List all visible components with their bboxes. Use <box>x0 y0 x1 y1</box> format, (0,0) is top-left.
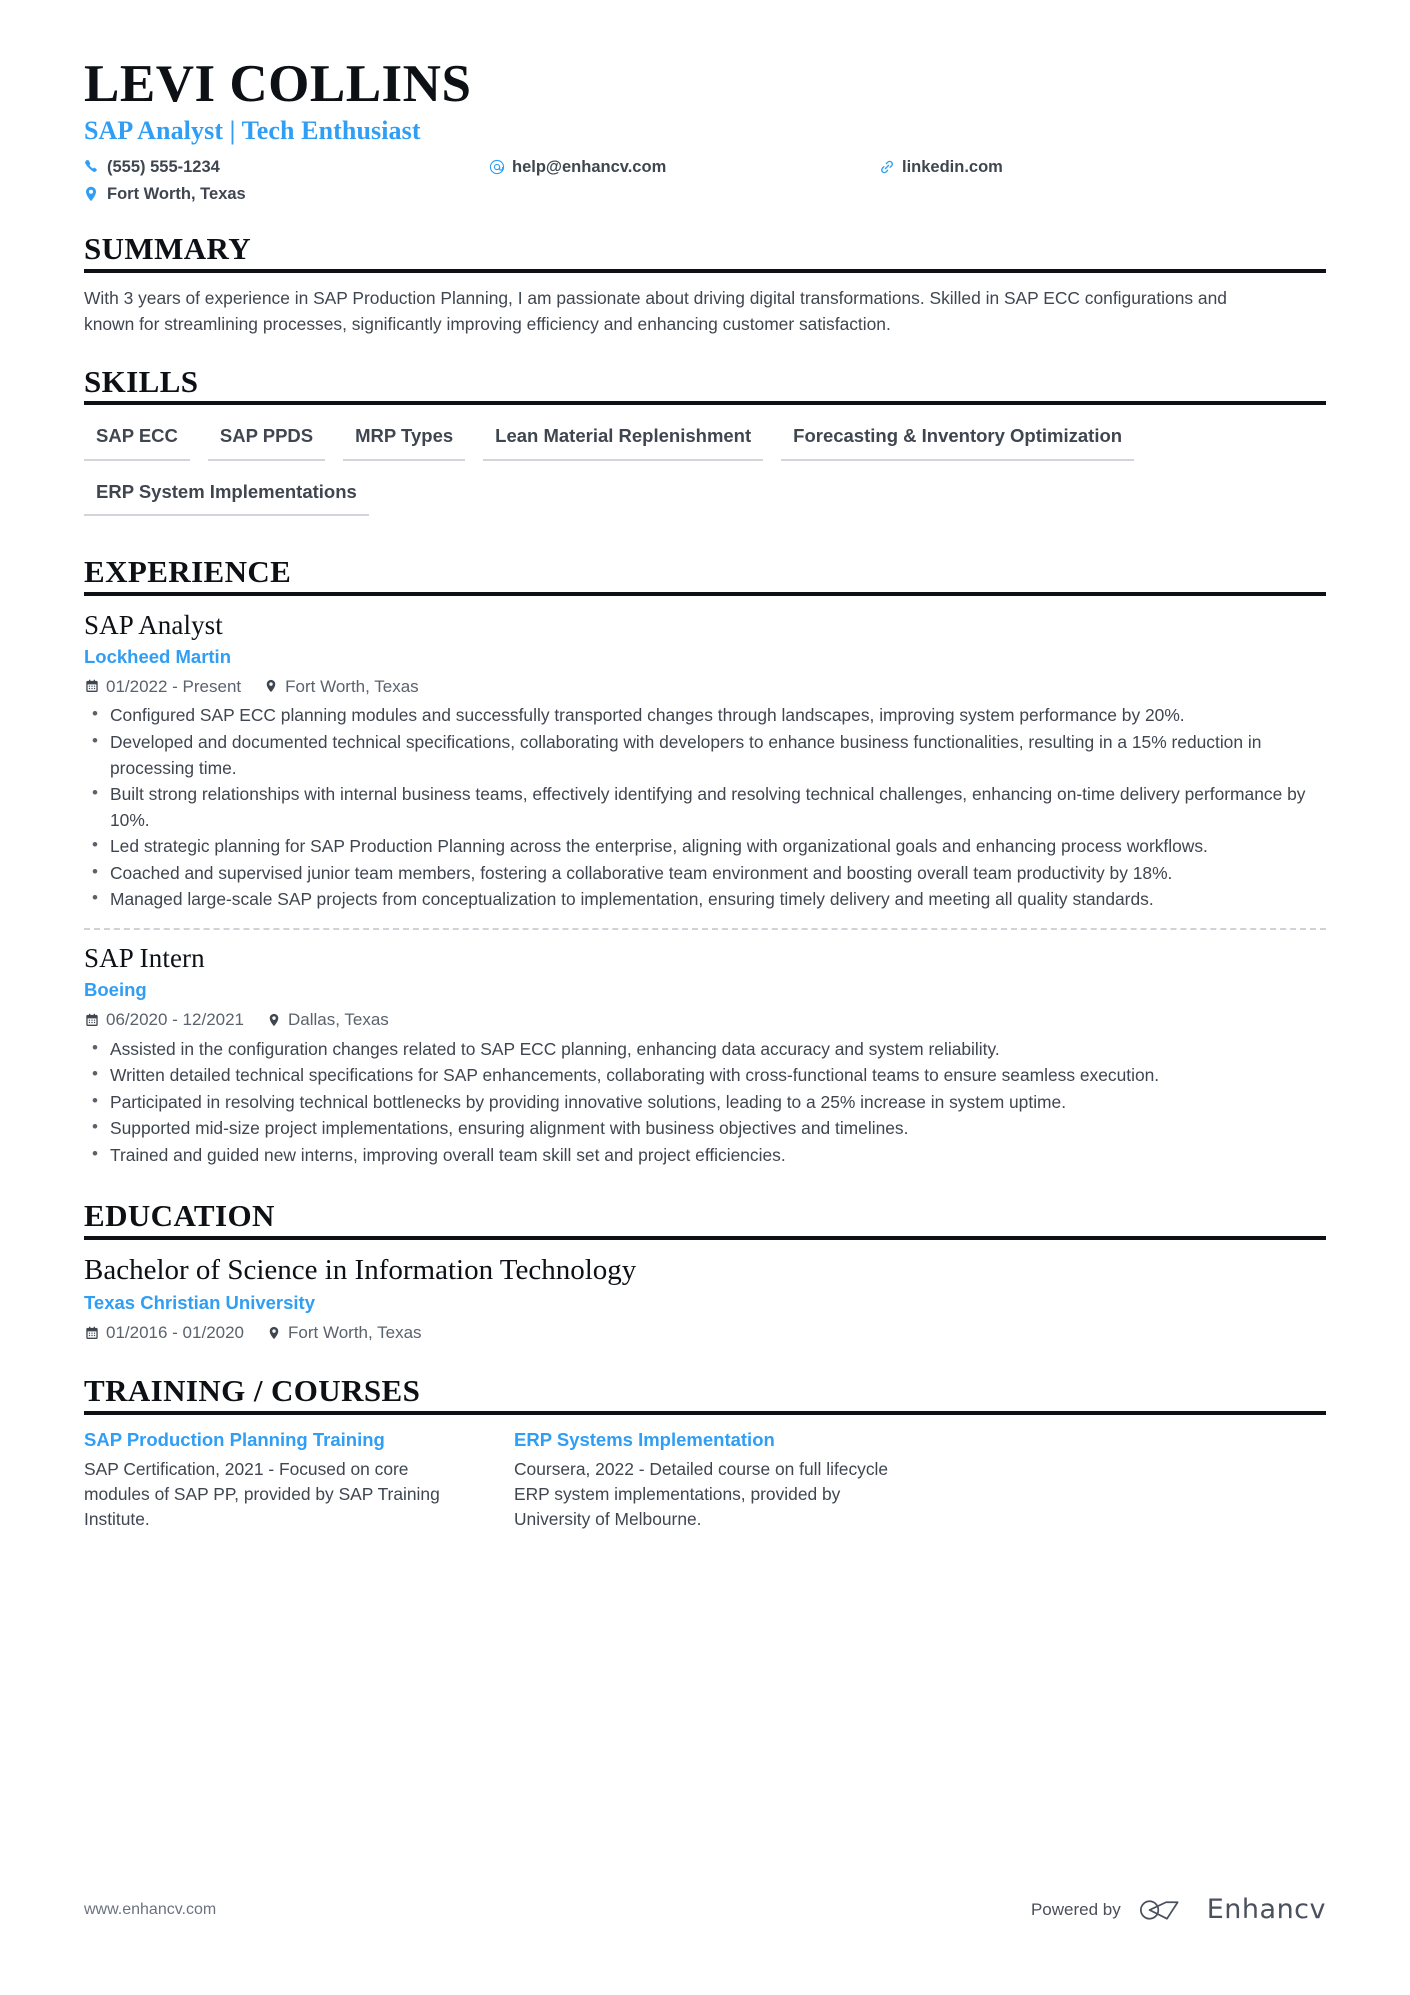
skill-item: Forecasting & Inventory Optimization <box>781 417 1135 461</box>
email-icon <box>489 158 509 175</box>
company-name[interactable]: Boeing <box>84 977 1326 1004</box>
bullet-item: Assisted in the configuration changes re… <box>84 1036 1326 1063</box>
section-title-skills: SKILLS <box>84 363 199 399</box>
bullet-item: Written detailed technical specification… <box>84 1062 1326 1089</box>
bullet-item: Configured SAP ECC planning modules and … <box>84 702 1326 729</box>
section-education: EDUCATION Bachelor of Science in Informa… <box>84 1198 1326 1347</box>
experience-entry: SAP Intern Boeing 06/2020 - 12/2021 Dall… <box>84 941 1326 1172</box>
skill-item: SAP ECC <box>84 417 190 461</box>
entry-meta: 06/2020 - 12/2021 Dallas, Texas <box>84 1008 1326 1032</box>
contact-email-text: help@enhancv.com <box>512 157 667 176</box>
contact-email[interactable]: help@enhancv.com <box>489 155 879 178</box>
calendar-icon <box>84 1012 100 1028</box>
job-title: SAP Analyst <box>84 609 223 640</box>
entry-meta: 01/2016 - 01/2020 Fort Worth, Texas <box>84 1321 1326 1345</box>
contact-linkedin-text: linkedin.com <box>902 157 1003 176</box>
contact-phone-text: (555) 555-1234 <box>107 157 220 176</box>
skill-item: MRP Types <box>343 417 466 461</box>
calendar-icon <box>84 1325 100 1341</box>
entry-location: Dallas, Texas <box>266 1008 389 1032</box>
course-item: SAP Production Planning Training SAP Cer… <box>84 1427 514 1533</box>
degree-title: Bachelor of Science in Information Techn… <box>84 1253 637 1286</box>
bullet-item: Developed and documented technical speci… <box>84 729 1326 781</box>
enhancv-logo: Enhancv <box>1137 1894 1326 1925</box>
location-icon <box>84 185 104 202</box>
education-entry: Bachelor of Science in Information Techn… <box>84 1252 1326 1347</box>
bullet-item: Managed large-scale SAP projects from co… <box>84 886 1326 913</box>
bullet-list: Assisted in the configuration changes re… <box>84 1036 1326 1169</box>
course-description: SAP Certification, 2021 - Focused on cor… <box>84 1458 440 1530</box>
phone-icon <box>84 158 104 175</box>
bullet-list: Configured SAP ECC planning modules and … <box>84 702 1326 913</box>
brand-name: Enhancv <box>1206 1894 1326 1925</box>
calendar-icon <box>84 678 100 694</box>
date-range-text: 06/2020 - 12/2021 <box>106 1009 245 1029</box>
section-rule <box>84 269 1326 274</box>
page-footer: www.enhancv.com Powered by Enhancv <box>84 1894 1326 1925</box>
section-rule <box>84 1410 1326 1415</box>
contact-location: Fort Worth, Texas <box>84 182 489 205</box>
bullet-item: Led strategic planning for SAP Productio… <box>84 833 1326 860</box>
section-summary: SUMMARY With 3 years of experience in SA… <box>84 231 1326 337</box>
location-icon <box>266 1012 282 1028</box>
course-item: ERP Systems Implementation Coursera, 202… <box>514 1427 944 1533</box>
course-title[interactable]: SAP Production Planning Training <box>84 1427 474 1453</box>
section-title-summary: SUMMARY <box>84 231 252 267</box>
entry-location-text: Fort Worth, Texas <box>288 1323 422 1343</box>
skill-item: Lean Material Replenishment <box>483 417 764 461</box>
location-icon <box>263 678 279 694</box>
footer-website[interactable]: www.enhancv.com <box>84 1901 216 1919</box>
section-rule <box>84 591 1326 596</box>
entry-divider <box>84 928 1326 931</box>
enhancv-mark-icon <box>1139 1899 1179 1920</box>
section-title-training: TRAINING / COURSES <box>84 1372 421 1408</box>
entry-location-text: Dallas, Texas <box>288 1009 389 1029</box>
candidate-headline: SAP Analyst | Tech Enthusiast <box>84 116 421 146</box>
date-range: 06/2020 - 12/2021 <box>84 1008 244 1032</box>
bullet-item: Trained and guided new interns, improvin… <box>84 1142 1326 1169</box>
date-range: 01/2022 - Present <box>84 675 241 699</box>
course-description: Coursera, 2022 - Detailed course on full… <box>514 1458 889 1530</box>
contact-location-text: Fort Worth, Texas <box>107 184 246 203</box>
company-name[interactable]: Lockheed Martin <box>84 644 1326 671</box>
contact-info: (555) 555-1234 help@enhancv.com linkedin… <box>84 155 1084 205</box>
entry-location-text: Fort Worth, Texas <box>285 676 419 696</box>
contact-phone[interactable]: (555) 555-1234 <box>84 155 489 178</box>
course-title[interactable]: ERP Systems Implementation <box>514 1427 904 1453</box>
location-icon <box>266 1325 282 1341</box>
courses-list: SAP Production Planning Training SAP Cer… <box>84 1427 1326 1533</box>
section-title-experience: EXPERIENCE <box>84 553 292 589</box>
bullet-item: Coached and supervised junior team membe… <box>84 860 1326 887</box>
skill-item: SAP PPDS <box>207 417 326 461</box>
resume-header: LEVI COLLINS SAP Analyst | Tech Enthusia… <box>84 55 1326 205</box>
link-icon <box>879 158 899 175</box>
section-title-education: EDUCATION <box>84 1197 275 1233</box>
bullet-item: Built strong relationships with internal… <box>84 781 1326 833</box>
footer-brand: Powered by Enhancv <box>1031 1894 1326 1925</box>
entry-meta: 01/2022 - Present Fort Worth, Texas <box>84 675 1326 699</box>
entry-location: Fort Worth, Texas <box>263 675 419 699</box>
section-experience: EXPERIENCE SAP Analyst Lockheed Martin 0… <box>84 554 1326 1172</box>
skill-item: ERP System Implementations <box>84 473 369 516</box>
summary-text: With 3 years of experience in SAP Produc… <box>84 288 1227 335</box>
section-skills: SKILLS SAP ECC SAP PPDS MRP Types Lean M… <box>84 364 1326 528</box>
bullet-item: Supported mid-size project implementatio… <box>84 1115 1326 1142</box>
date-range-text: 01/2022 - Present <box>106 676 242 696</box>
resume-page: LEVI COLLINS SAP Analyst | Tech Enthusia… <box>0 0 1410 1995</box>
date-range: 01/2016 - 01/2020 <box>84 1321 244 1345</box>
contact-linkedin[interactable]: linkedin.com <box>879 155 1079 178</box>
experience-entry: SAP Analyst Lockheed Martin 01/2022 - Pr… <box>84 608 1326 916</box>
candidate-name: LEVI COLLINS <box>84 55 472 113</box>
entry-location: Fort Worth, Texas <box>266 1321 422 1345</box>
school-name[interactable]: Texas Christian University <box>84 1290 1326 1317</box>
section-rule <box>84 401 1326 406</box>
section-training: TRAINING / COURSES SAP Production Planni… <box>84 1373 1326 1533</box>
bullet-item: Participated in resolving technical bott… <box>84 1089 1326 1116</box>
powered-by-label: Powered by <box>1030 1899 1121 1919</box>
date-range-text: 01/2016 - 01/2020 <box>106 1323 245 1343</box>
section-rule <box>84 1235 1326 1240</box>
job-title: SAP Intern <box>84 943 205 974</box>
skills-list: SAP ECC SAP PPDS MRP Types Lean Material… <box>84 417 1326 527</box>
